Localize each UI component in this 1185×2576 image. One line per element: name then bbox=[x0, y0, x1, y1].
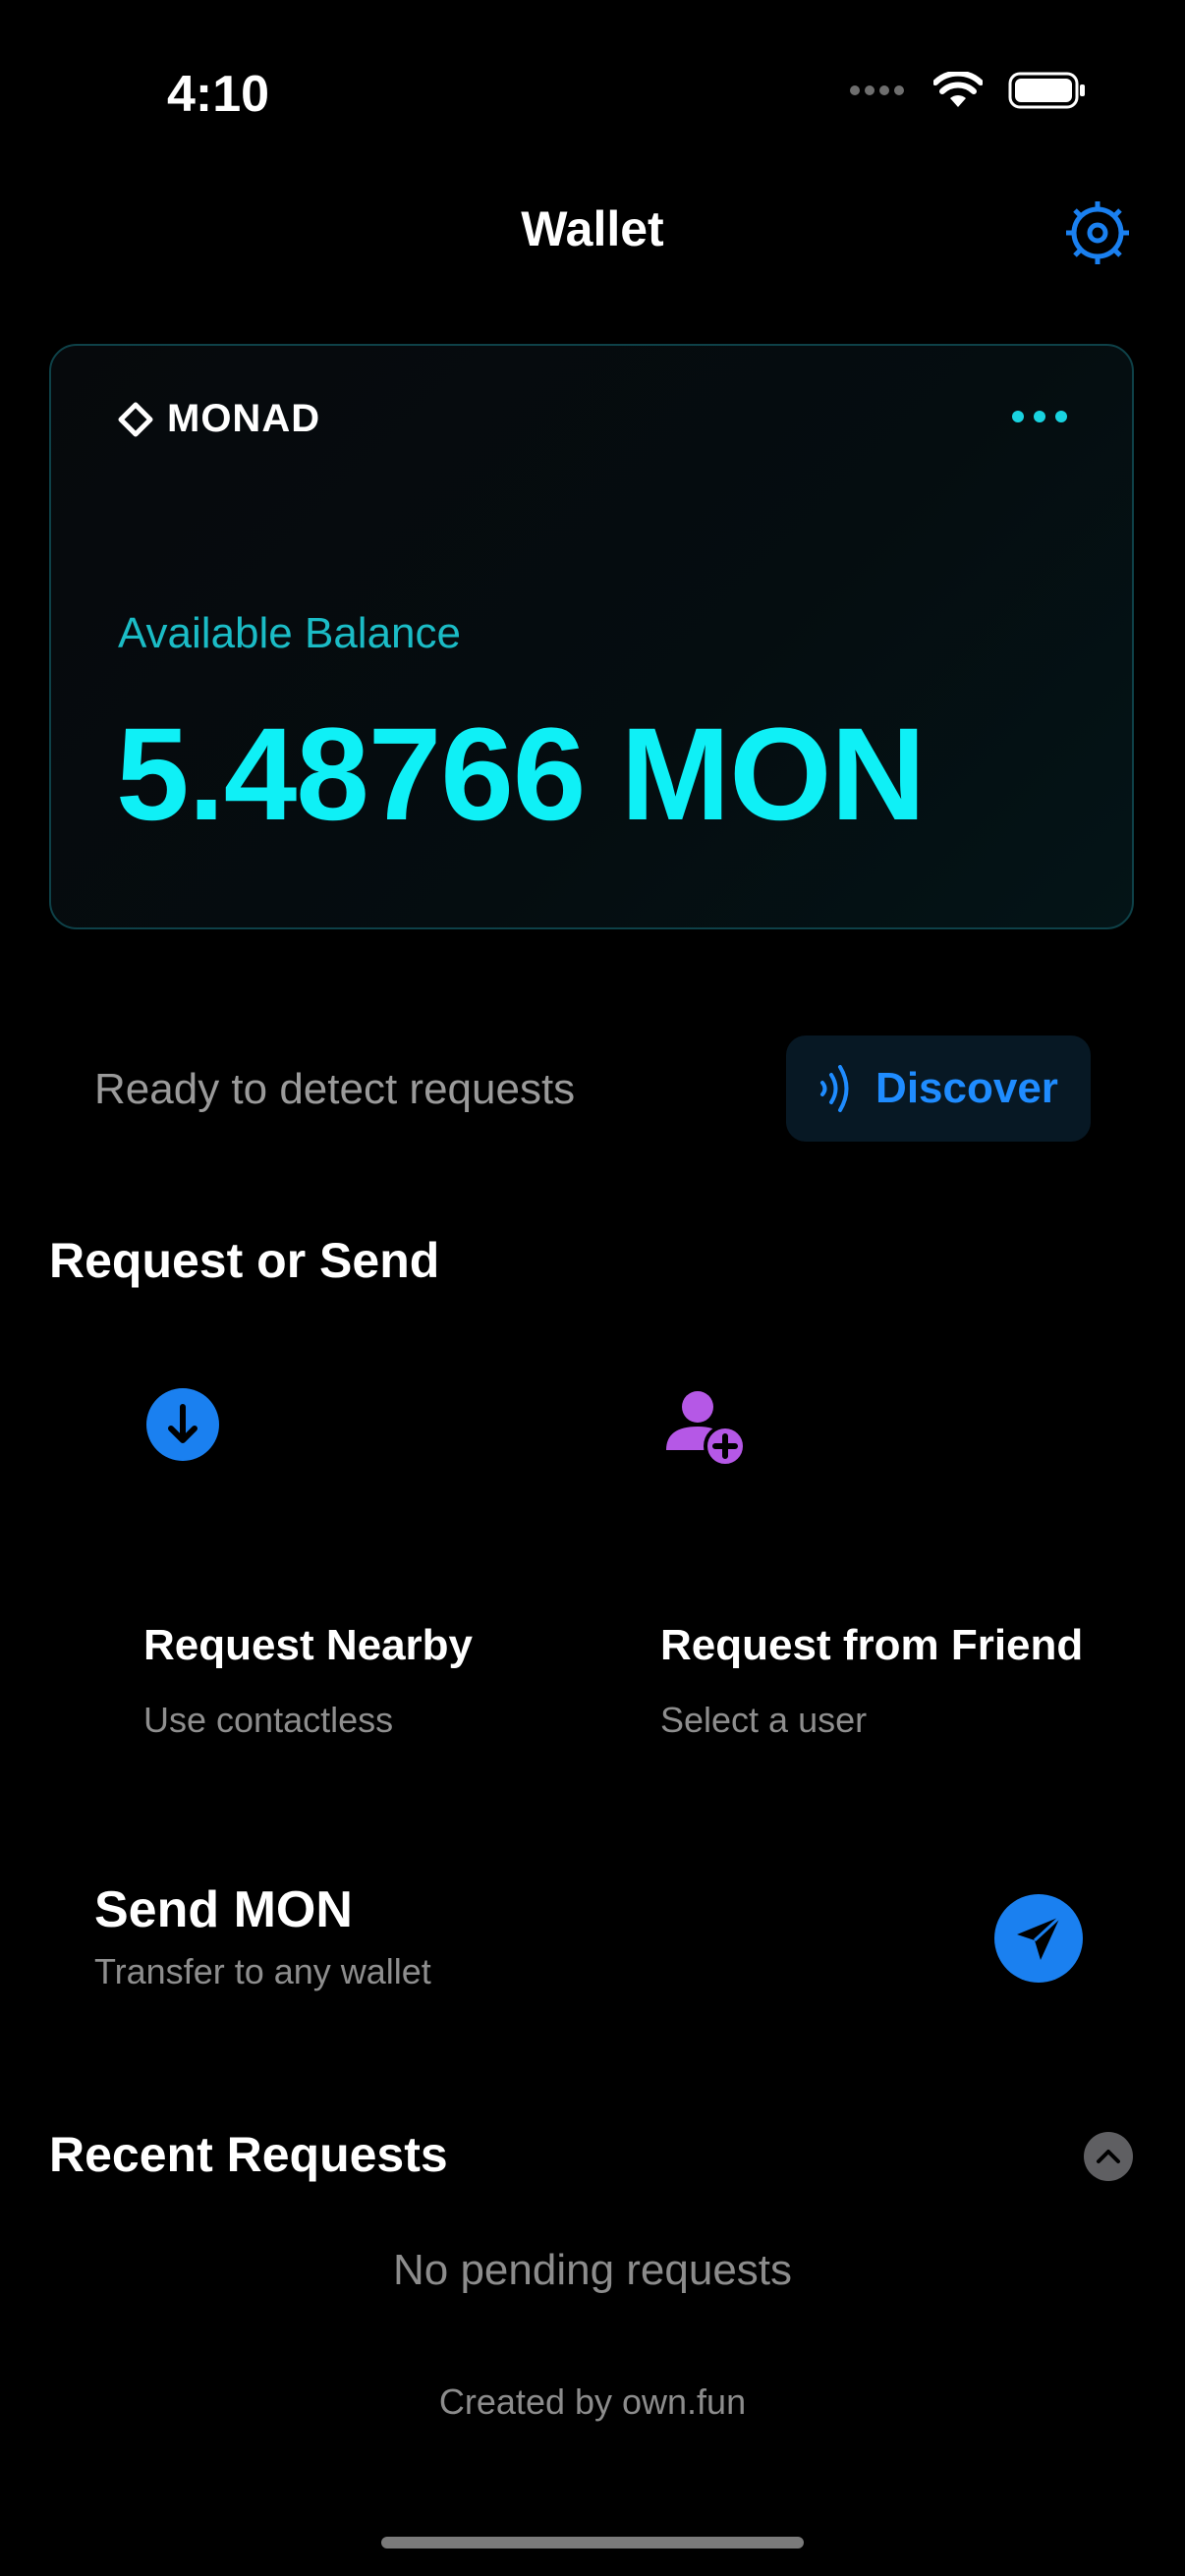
brand-name: MONAD bbox=[167, 397, 321, 440]
collapse-chevron-up-icon[interactable] bbox=[1084, 2132, 1133, 2181]
monad-diamond-icon bbox=[118, 402, 153, 436]
send-button[interactable] bbox=[994, 1894, 1083, 1983]
balance-value: 5.48766 MON bbox=[116, 701, 926, 848]
section-title-recent: Recent Requests bbox=[49, 2127, 448, 2182]
cellular-signal-icon bbox=[850, 85, 904, 95]
request-nearby-subtitle: Use contactless bbox=[143, 1700, 394, 1740]
status-icons bbox=[849, 71, 1087, 110]
send-mon-title: Send MON bbox=[94, 1881, 353, 1938]
request-friend-subtitle: Select a user bbox=[660, 1700, 868, 1740]
settings-gear-icon[interactable] bbox=[1061, 196, 1134, 269]
empty-requests-text: No pending requests bbox=[392, 2246, 793, 2294]
send-mon-subtitle: Transfer to any wallet bbox=[94, 1951, 431, 1991]
discover-label: Discover bbox=[875, 1064, 1058, 1112]
contactless-waves-icon bbox=[820, 1065, 849, 1112]
page-title: Wallet bbox=[521, 201, 664, 256]
request-friend-title: Request from Friend bbox=[660, 1621, 1084, 1669]
request-nearby-title: Request Nearby bbox=[143, 1621, 474, 1669]
balance-label: Available Balance bbox=[118, 609, 461, 657]
paper-plane-icon bbox=[1017, 1915, 1062, 1960]
monad-logo: MONAD bbox=[118, 397, 320, 441]
section-title-request-send: Request or Send bbox=[49, 1233, 440, 1288]
home-indicator[interactable] bbox=[381, 2537, 804, 2548]
arrow-down-circle-icon bbox=[146, 1388, 219, 1461]
person-add-icon bbox=[666, 1391, 747, 1468]
more-options-icon[interactable] bbox=[1012, 411, 1067, 422]
footer-credit: Created by own.fun bbox=[438, 2381, 747, 2422]
status-time: 4:10 bbox=[167, 66, 270, 123]
detect-status-text: Ready to detect requests bbox=[94, 1065, 576, 1113]
wifi-icon bbox=[933, 72, 983, 107]
discover-button[interactable]: Discover bbox=[786, 1036, 1091, 1142]
battery-icon bbox=[1008, 72, 1085, 109]
